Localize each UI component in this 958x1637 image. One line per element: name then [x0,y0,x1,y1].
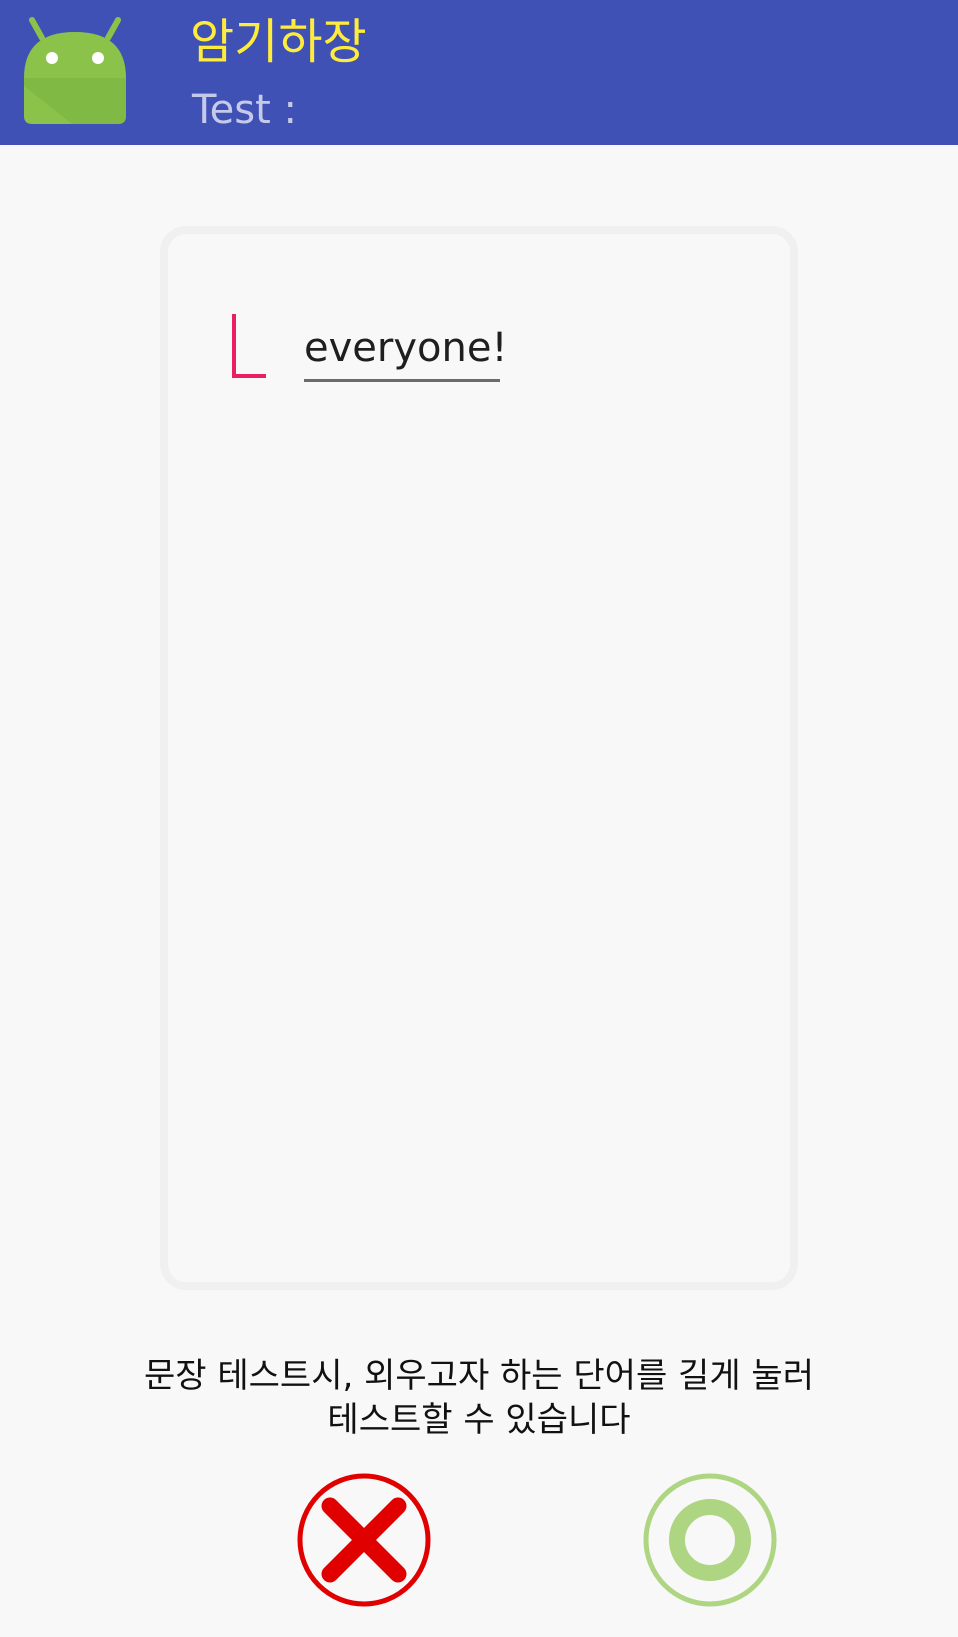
circle-icon [643,1473,777,1607]
hint-text: 문장 테스트시, 외우고자 하는 단어를 길게 눌러 테스트할 수 있습니다 [60,1354,898,1442]
app-bar: 암기하장 Test : [0,0,958,145]
word-input-field[interactable]: everyone! [304,320,507,382]
hint-line-1: 문장 테스트시, 외우고자 하는 단어를 길게 눌러 [144,1356,814,1396]
app-title: 암기하장 [190,14,367,70]
correct-button[interactable] [640,1470,780,1610]
app-subtitle: Test : [192,87,297,133]
android-icon [24,17,126,124]
sentence-card [160,226,798,1290]
blank-input-field[interactable] [224,312,266,382]
word-text: everyone! [304,325,508,371]
hint-line-2: 테스트할 수 있습니다 [327,1400,631,1440]
x-mark-icon [297,1473,431,1607]
wrong-button[interactable] [294,1470,434,1610]
input-underline [232,374,266,378]
text-cursor [232,314,236,376]
